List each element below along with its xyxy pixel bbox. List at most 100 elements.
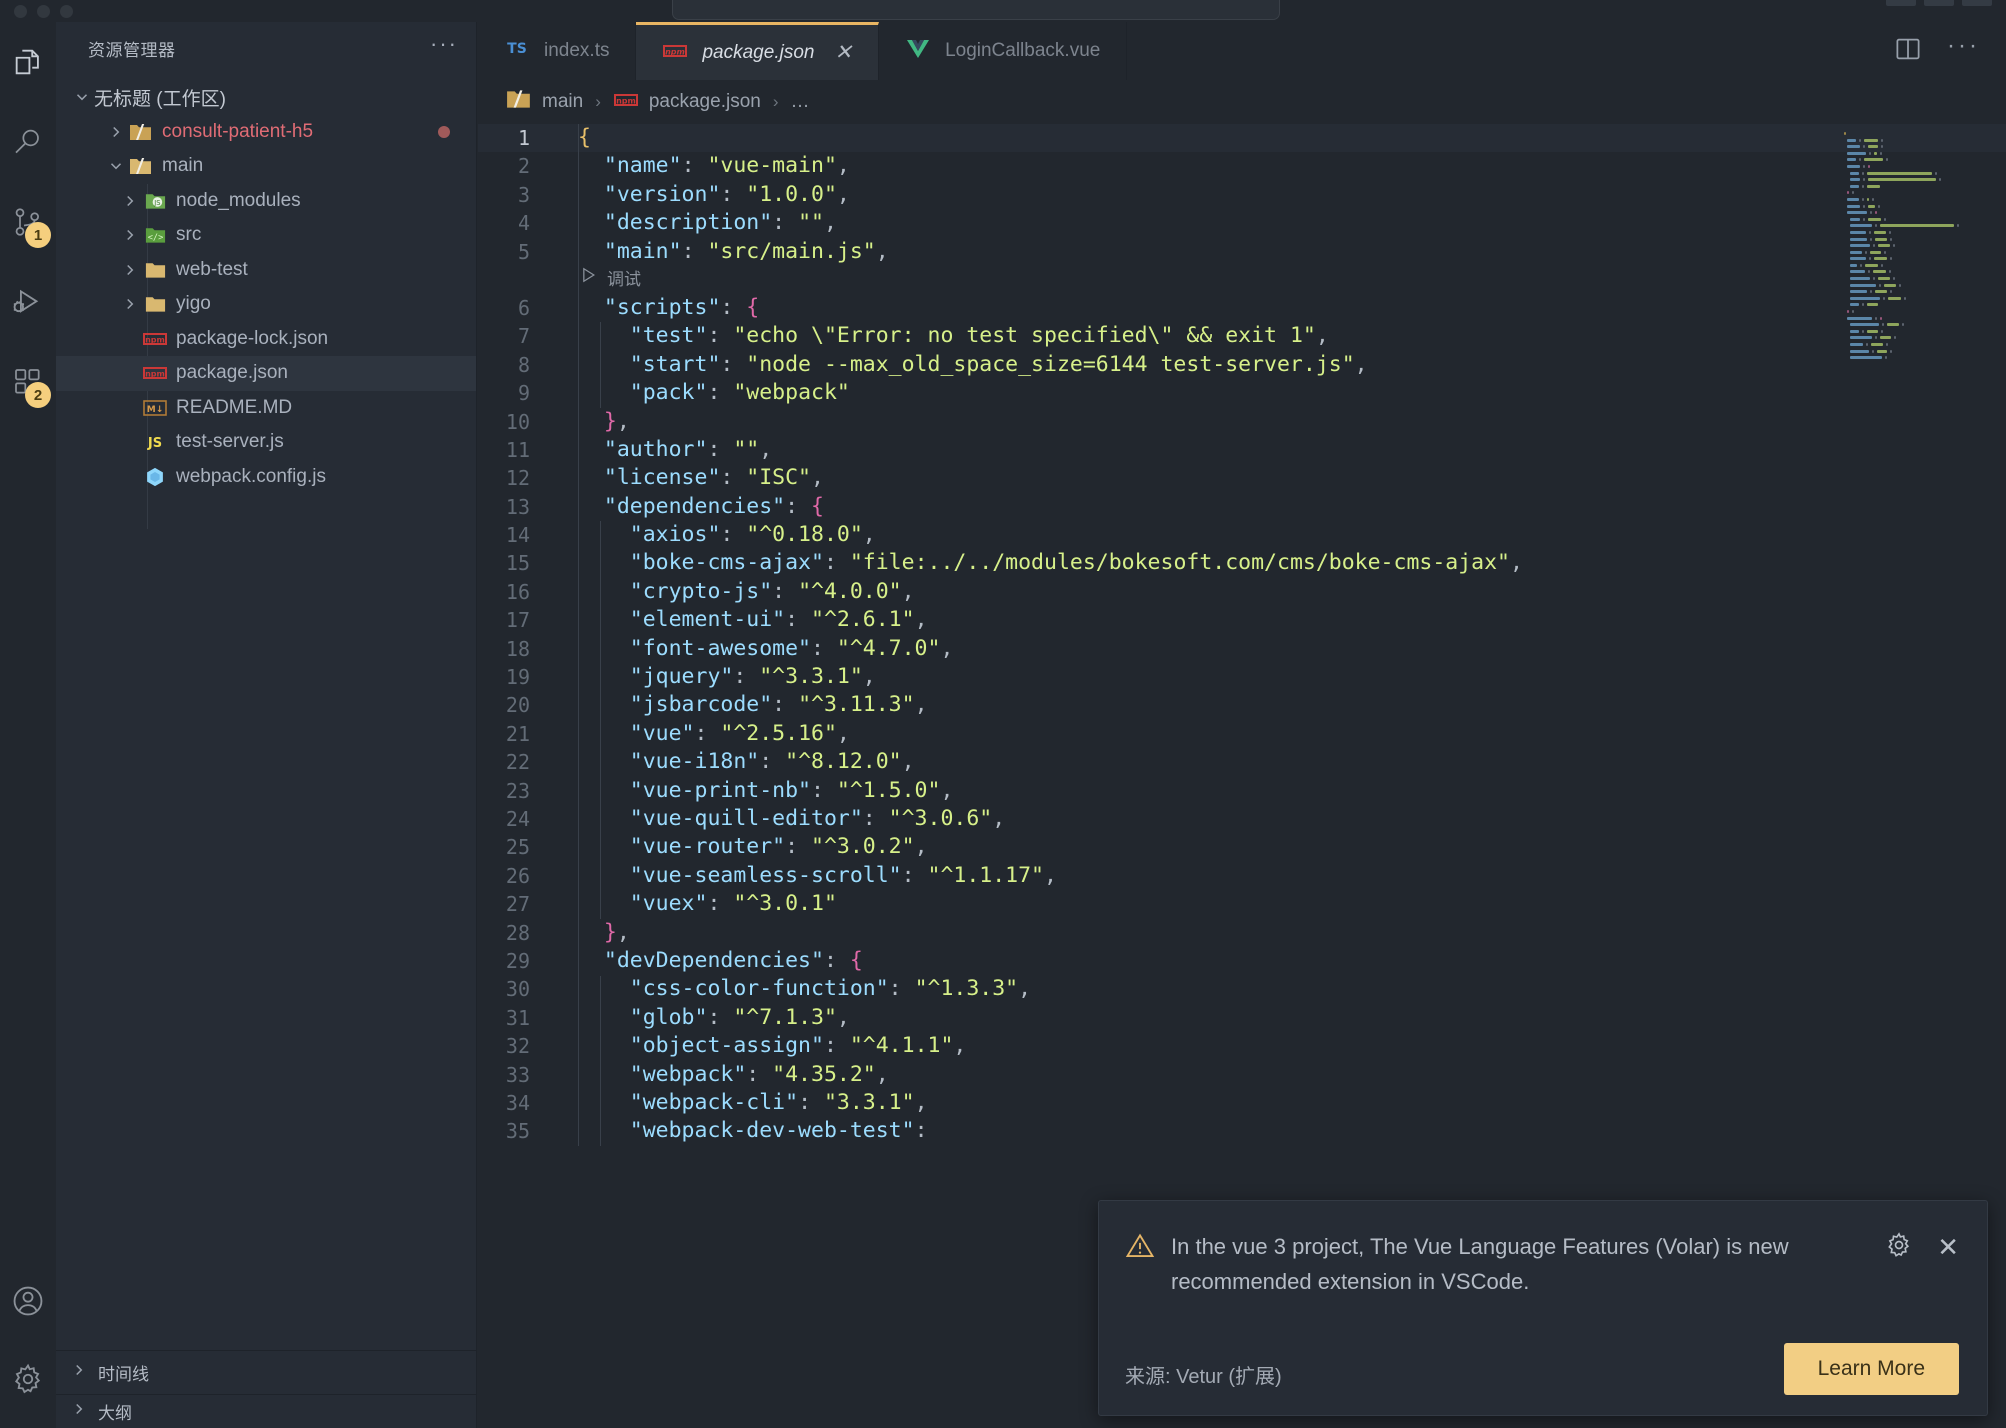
minimap-line [1840,171,1998,175]
code-line[interactable]: 28 }, [478,919,2006,947]
code-line[interactable]: 21 "vue": "^2.5.16", [478,720,2006,748]
code-line[interactable]: 18 "font-awesome": "^4.7.0", [478,635,2006,663]
command-center[interactable] [672,0,1280,20]
line-content: "test": "echo \"Error: no test specified… [629,323,1329,349]
code-line[interactable]: 14 "axios": "^0.18.0", [478,521,2006,549]
tree-row-src[interactable]: </> src [56,218,476,253]
breadcrumb-item-more[interactable]: … [791,91,810,113]
code-line[interactable]: 1{ [478,124,2006,153]
window-controls[interactable] [1886,0,1992,6]
chevron-right-icon[interactable] [118,226,142,244]
code-line[interactable]: 20 "jsbarcode": "^3.11.3", [478,691,2006,719]
close-icon[interactable]: ✕ [1937,1232,1959,1263]
chevron-right-icon[interactable] [118,192,142,210]
tree-label: package.json [176,362,288,384]
code-line[interactable]: 25 "vue-router": "^3.0.2", [478,833,2006,861]
code-line[interactable]: 35 "webpack-dev-web-test": [478,1117,2006,1145]
code-line[interactable]: 22 "vue-i18n": "^8.12.0", [478,748,2006,776]
activity-bar-item-source-control[interactable]: 1 [0,182,56,262]
files-icon [11,45,45,79]
split-editor-icon[interactable] [1893,34,1923,69]
code-line[interactable]: 33 "webpack": "4.35.2", [478,1061,2006,1089]
notification-toast[interactable]: In the vue 3 project, The Vue Language F… [1098,1200,1988,1416]
activity-bar-item-explorer[interactable] [0,22,56,102]
code-line[interactable]: 26 "vue-seamless-scroll": "^1.1.17", [478,862,2006,890]
breadcrumb-item-main[interactable]: main [542,91,583,113]
code-line[interactable]: 30 "css-color-function": "^1.3.3", [478,975,2006,1003]
tree-row-consult-patient-h5[interactable]: consult-patient-h5 [56,115,476,150]
code-line[interactable]: 5 "main": "src/main.js", [478,238,2006,266]
tree-row-node-modules[interactable]: JS node_modules [56,184,476,219]
minimize-window-button[interactable] [37,4,50,18]
tree-row-yigo[interactable]: yigo [56,287,476,322]
tree-row-webpack-config-js[interactable]: webpack.config.js [56,460,476,495]
window-traffic-lights[interactable] [14,4,73,18]
code-line[interactable]: 16 "crypto-js": "^4.0.0", [478,578,2006,606]
code-line[interactable]: 3 "version": "1.0.0", [478,181,2006,209]
tree-row-package-lock-json[interactable]: npm package-lock.json [56,322,476,357]
code-line[interactable]: 32 "object-assign": "^4.1.1", [478,1032,2006,1060]
tree-row-readme-md[interactable]: M↓ README.MD [56,391,476,426]
code-line[interactable]: 19 "jquery": "^3.3.1", [478,663,2006,691]
zoom-window-button[interactable] [60,4,73,18]
code-line[interactable]: 8 "start": "node --max_old_space_size=61… [478,351,2006,379]
code-line[interactable]: 17 "element-ui": "^2.6.1", [478,606,2006,634]
chevron-down-icon[interactable] [70,88,94,106]
tab-index-ts[interactable]: TS index.ts [478,22,637,80]
code-line[interactable]: 31 "glob": "^7.1.3", [478,1004,2006,1032]
sidebar-section-outline[interactable]: 大纲 [56,1394,476,1428]
codelens-label[interactable]: 调试 [607,266,641,294]
code-line[interactable]: 15 "boke-cms-ajax": "file:../../modules/… [478,549,2006,577]
chevron-right-icon[interactable] [118,295,142,313]
activity-bar-item-search[interactable] [0,102,56,182]
tree-row-main[interactable]: main [56,149,476,184]
code-line[interactable]: 9 "pack": "webpack" [478,379,2006,407]
code-line[interactable]: 11 "author": "", [478,436,2006,464]
code-line[interactable]: 10 }, [478,408,2006,436]
tree-row-package-json[interactable]: npm package.json [56,356,476,391]
code-line[interactable]: 27 "vuex": "^3.0.1" [478,890,2006,918]
code-line[interactable]: 29 "devDependencies": { [478,947,2006,975]
tree-row-test-server-js[interactable]: JS test-server.js [56,425,476,460]
code-line[interactable]: 12 "license": "ISC", [478,464,2006,492]
chevron-right-icon[interactable] [118,261,142,279]
explorer-more-actions-icon[interactable]: ··· [430,33,458,57]
toggle-secondary-sidebar-button[interactable] [1962,0,1992,6]
gear-icon[interactable] [1885,1231,1913,1264]
chevron-right-icon[interactable] [70,1400,88,1423]
explorer-sidebar: 资源管理器 ··· 无标题 (工作区) consult-patient-h5 m… [56,22,477,1428]
toggle-primary-sidebar-button[interactable] [1886,0,1916,6]
breadcrumb-item-package-json[interactable]: package.json [649,91,761,113]
close-icon[interactable]: ✕ [834,40,852,65]
code-line[interactable]: 34 "webpack-cli": "3.3.1", [478,1089,2006,1117]
editor-group: TS index.ts npm package.json ✕ LoginCall… [478,22,2006,1428]
tab-package-json[interactable]: npm package.json ✕ [636,22,880,80]
chevron-right-icon[interactable] [104,123,128,141]
toggle-panel-button[interactable] [1924,0,1954,6]
activity-bar-item-run-and-debug[interactable] [0,262,56,342]
activity-bar-item-accounts[interactable] [0,1262,56,1340]
chevron-right-icon[interactable] [70,1361,88,1384]
code-line[interactable]: 13 "dependencies": { [478,493,2006,521]
learn-more-button[interactable]: Learn More [1783,1343,1959,1395]
code-line[interactable]: 4 "description": "", [478,209,2006,237]
code-line[interactable]: 24 "vue-quill-editor": "^3.0.6", [478,805,2006,833]
folder-open-icon [128,155,154,177]
minimap[interactable] [1834,124,2004,1184]
tab-login-callback-vue[interactable]: LoginCallback.vue [879,22,1128,80]
minimap-token [1863,178,1866,182]
sidebar-section-timeline[interactable]: 时间线 [56,1350,476,1394]
activity-bar-item-manage[interactable] [0,1340,56,1418]
close-window-button[interactable] [14,4,27,18]
ellipsis-icon[interactable]: ··· [1947,34,1980,61]
tree-row-web-test[interactable]: web-test [56,253,476,288]
code-line[interactable]: 2 "name": "vue-main", [478,152,2006,180]
codelens-debug[interactable]: 调试 [478,266,2006,294]
minimap-token [1882,323,1884,327]
chevron-down-icon[interactable] [104,157,128,175]
code-line[interactable]: 7 "test": "echo \"Error: no test specifi… [478,322,2006,350]
code-line[interactable]: 6 "scripts": { [478,294,2006,322]
tree-row-workspace[interactable]: 无标题 (工作区) [56,80,476,115]
activity-bar-item-extensions[interactable]: 2 [0,342,56,422]
code-line[interactable]: 23 "vue-print-nb": "^1.5.0", [478,777,2006,805]
